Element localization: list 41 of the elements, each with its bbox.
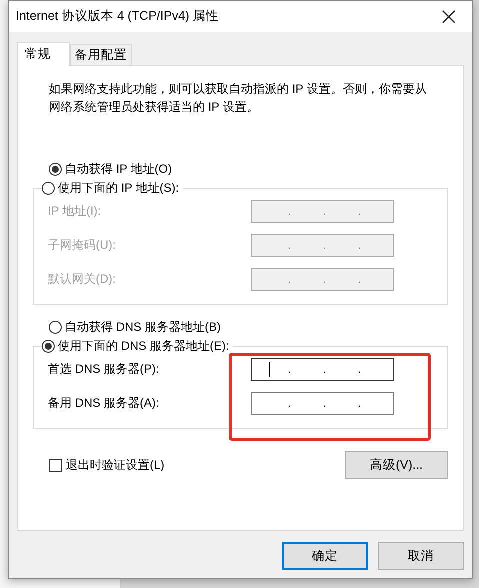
- separator-dot: .: [323, 398, 328, 410]
- radio-button[interactable]: [42, 340, 55, 352]
- separator-dot: .: [358, 364, 362, 376]
- tab[interactable]: 常规: [17, 42, 70, 66]
- ok-button[interactable]: 确定: [282, 542, 368, 570]
- checkbox-label[interactable]: 退出时验证设置(L): [66, 456, 165, 474]
- radio-label[interactable]: 使用下面的 DNS 服务器地址(E):: [58, 338, 230, 354]
- separator-dot: .: [358, 206, 362, 218]
- separator-dot: .: [358, 398, 362, 410]
- radio-label[interactable]: 使用下面的 IP 地址(S):: [58, 180, 180, 196]
- field-label: 默认网关(D):: [48, 271, 117, 288]
- separator-dot: .: [288, 240, 292, 252]
- separator-dot: .: [358, 274, 362, 286]
- field-label: IP 地址(I):: [48, 203, 102, 220]
- ip-address-field[interactable]: . . .: [251, 392, 394, 415]
- separator-dot: .: [323, 240, 328, 252]
- tab[interactable]: 备用配置: [70, 44, 132, 65]
- field-label: 备用 DNS 服务器(A):: [48, 395, 160, 412]
- text-cursor: [269, 362, 270, 377]
- checkbox[interactable]: [49, 458, 62, 472]
- separator-dot: .: [323, 364, 328, 376]
- radio-label[interactable]: 自动获得 IP 地址(O): [65, 160, 172, 178]
- separator-dot: .: [288, 398, 292, 410]
- separator-dot: .: [288, 274, 292, 286]
- cancel-button[interactable]: 取消: [378, 542, 464, 570]
- separator-dot: .: [323, 274, 328, 286]
- radio-button[interactable]: [42, 182, 55, 194]
- separator-dot: .: [288, 206, 292, 218]
- separator-dot: .: [358, 240, 362, 252]
- separator-dot: .: [323, 206, 328, 218]
- description-text: 如果网络支持此功能，则可以获取自动指派的 IP 设置。否则，你需要从网络系统管理员处获得适当的 IP 设置。: [49, 81, 428, 116]
- field-label: 首选 DNS 服务器(P):: [48, 361, 160, 378]
- window-title: Internet 协议版本 4 (TCP/IPv4) 属性: [16, 8, 220, 25]
- field-label: 子网掩码(U):: [48, 237, 117, 254]
- advanced-button[interactable]: 高级(V)...: [345, 451, 448, 479]
- radio-label[interactable]: 自动获得 DNS 服务器地址(B): [65, 318, 221, 336]
- radio-button[interactable]: [49, 162, 62, 176]
- radio-button[interactable]: [49, 320, 62, 334]
- separator-dot: .: [288, 364, 292, 376]
- close-icon[interactable]: [442, 10, 456, 24]
- ip-address-field[interactable]: . . .: [251, 358, 394, 381]
